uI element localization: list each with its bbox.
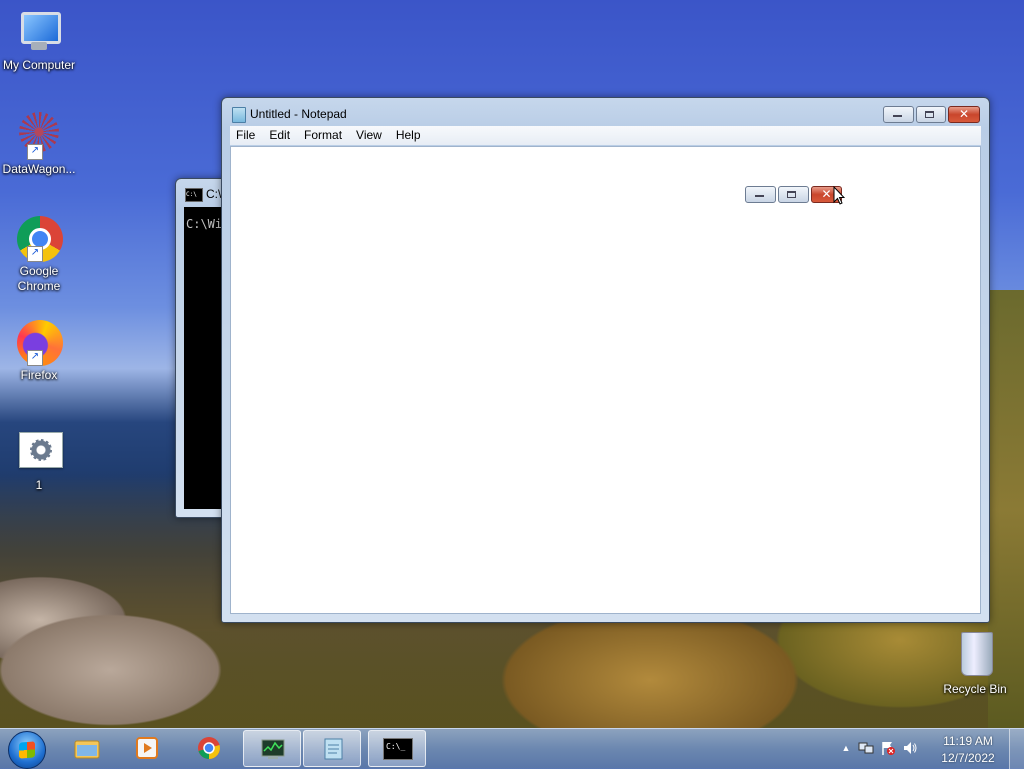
maximize-icon: [787, 191, 796, 198]
desktop-icon-recycle-bin[interactable]: Recycle Bin: [937, 632, 1013, 697]
minimize-icon: [893, 115, 902, 117]
menu-view[interactable]: View: [349, 126, 389, 145]
maximize-button[interactable]: [916, 106, 946, 123]
menu-format[interactable]: Format: [297, 126, 349, 145]
mouse-cursor-icon: [833, 186, 845, 205]
window-title: Untitled - Notepad: [250, 107, 347, 121]
ghost-minimize-button[interactable]: [745, 186, 776, 203]
show-hidden-icons-button[interactable]: ▲: [838, 740, 854, 756]
console-text: C:\Wi: [186, 217, 223, 231]
chrome-icon: [198, 737, 220, 759]
start-button[interactable]: [8, 731, 46, 769]
file-explorer-icon: [74, 740, 100, 759]
recycle-bin-icon: [951, 632, 999, 680]
taskbar-file-explorer[interactable]: [58, 730, 116, 767]
desktop-icon-label: Firefox: [20, 368, 58, 382]
clock[interactable]: 11:19 AM 12/7/2022: [936, 733, 1000, 767]
desktop-icon-firefox[interactable]: ↗ Firefox: [1, 318, 77, 383]
menu-edit[interactable]: Edit: [262, 126, 297, 145]
minimize-icon: [755, 195, 764, 197]
media-player-icon: [136, 737, 158, 759]
notepad-window[interactable]: Untitled - Notepad ✕ File Edit Format View H…: [221, 97, 990, 623]
task-manager-icon: [261, 739, 285, 759]
desktop-icon-1[interactable]: 1: [1, 428, 77, 493]
notepad-icon: [232, 107, 246, 123]
close-icon: ✕: [958, 107, 970, 121]
chrome-icon: ↗: [15, 214, 63, 262]
notepad-icon: [324, 738, 343, 760]
shortcut-arrow-icon: ↗: [27, 144, 43, 160]
clock-date: 12/7/2022: [941, 751, 995, 765]
computer-icon: [15, 8, 63, 56]
desktop-icon-label: 1: [35, 478, 43, 492]
taskbar-chrome[interactable]: [180, 730, 238, 767]
network-icon[interactable]: [858, 740, 874, 756]
shortcut-arrow-icon: ↗: [27, 246, 43, 262]
action-center-flag-icon[interactable]: [880, 740, 896, 756]
clock-time: 11:19 AM: [943, 734, 993, 748]
shortcut-arrow-icon: ↗: [27, 350, 43, 366]
desktop-icon-label-line2: Chrome: [17, 279, 61, 293]
desktop-icon-label: DataWagon...: [2, 162, 76, 176]
datawagon-icon: ↗: [15, 112, 63, 160]
settings-gear-icon: [15, 428, 63, 476]
menu-file[interactable]: File: [230, 126, 262, 145]
firefox-icon: ↗: [15, 318, 63, 366]
ghost-maximize-button[interactable]: [778, 186, 809, 203]
show-desktop-button[interactable]: [1009, 729, 1024, 769]
taskbar: C:\_ ▲ 11:19 AM 12/7/2022: [0, 728, 1024, 769]
taskbar-notepad[interactable]: [303, 730, 361, 767]
close-button[interactable]: ✕: [948, 106, 980, 123]
desktop-icon-my-computer[interactable]: My Computer: [1, 8, 77, 73]
desktop-icon-label: My Computer: [2, 58, 76, 72]
volume-icon[interactable]: [902, 740, 918, 756]
taskbar-command-prompt[interactable]: C:\_: [368, 730, 426, 767]
minimize-button[interactable]: [883, 106, 914, 123]
taskbar-media-player[interactable]: [118, 730, 176, 767]
maximize-icon: [925, 111, 934, 118]
desktop-icon-datawagon[interactable]: ↗ DataWagon...: [1, 112, 77, 177]
menu-bar: File Edit Format View Help: [230, 126, 981, 145]
desktop-icon-google-chrome[interactable]: ↗ Google Chrome: [1, 214, 77, 294]
command-prompt-icon: C:\: [185, 188, 203, 202]
title-bar[interactable]: Untitled - Notepad ✕: [222, 98, 989, 126]
text-editor-area[interactable]: [230, 146, 981, 614]
ghost-caption-buttons: ✕: [745, 186, 843, 204]
desktop-icon-label: Recycle Bin: [943, 682, 1007, 696]
taskbar-task-manager[interactable]: [243, 730, 301, 767]
desktop-icon-label-line1: Google: [19, 264, 59, 278]
menu-help[interactable]: Help: [389, 126, 428, 145]
windows-logo-icon: [19, 741, 35, 759]
command-prompt-icon: C:\_: [383, 738, 413, 760]
system-tray: ▲ 11:19 AM 12/7/2022: [834, 729, 1024, 769]
